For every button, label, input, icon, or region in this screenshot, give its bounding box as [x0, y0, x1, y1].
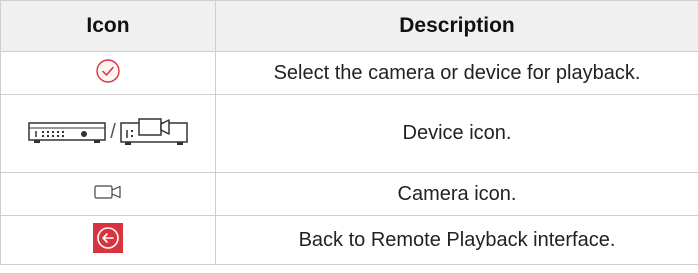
- icon-cell: [0, 172, 216, 216]
- check-circle-icon: [95, 58, 121, 84]
- description-cell: Select the camera or device for playback…: [215, 51, 698, 95]
- icon-column-header: Icon: [0, 0, 216, 52]
- device-icon: [28, 119, 106, 145]
- table-row: Back to Remote Playback interface.: [0, 215, 698, 265]
- table-row: Camera icon.: [0, 172, 698, 216]
- table-row: Select the camera or device for playback…: [0, 51, 698, 95]
- icon-description-table: Icon Description Select the camera or de…: [0, 0, 698, 265]
- icon-separator: /: [110, 120, 116, 143]
- description-cell: Camera icon.: [215, 172, 698, 216]
- camera-icon: [94, 184, 122, 200]
- table-row: / Device icon.: [0, 94, 698, 173]
- icon-cell: [0, 215, 216, 265]
- description-cell: Back to Remote Playback interface.: [215, 215, 698, 265]
- icon-cell: [0, 51, 216, 95]
- camera-device-icon: [120, 117, 188, 147]
- back-arrow-icon: [93, 222, 123, 253]
- table-header-row: Icon Description: [0, 0, 698, 52]
- description-cell: Device icon.: [215, 94, 698, 173]
- description-column-header: Description: [215, 0, 698, 52]
- icon-cell: /: [0, 94, 216, 173]
